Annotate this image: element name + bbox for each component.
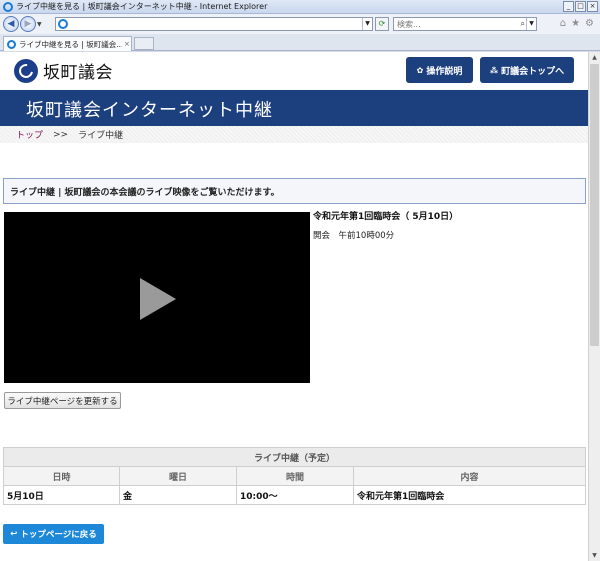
page-favicon-icon <box>58 19 68 29</box>
refresh-live-page-button[interactable]: ライブ中継ページを更新する <box>4 392 121 409</box>
cell-weekday: 金 <box>119 485 237 505</box>
session-info: 令和元年第1回臨時会（ 5月10日） 開会 午前10時00分 <box>313 209 583 241</box>
breadcrumb-home-link[interactable]: トップ <box>16 128 43 141</box>
maximize-button[interactable]: □ <box>575 1 586 12</box>
logo-mark-icon <box>14 58 38 83</box>
site-header: 坂町議会 ✿ 操作説明 ⁂ 町議会トップへ <box>0 52 588 90</box>
column-header-date: 日時 <box>3 466 120 486</box>
minimize-button[interactable]: _ <box>563 1 574 12</box>
council-top-button[interactable]: ⁂ 町議会トップへ <box>480 57 574 83</box>
live-notice-text: ライブ中継 | 坂町議会の本会議のライブ映像をご覧いただけます。 <box>10 187 280 198</box>
cell-date: 5月10日 <box>3 485 120 505</box>
window-controls: _ □ × <box>563 1 598 12</box>
home-icon[interactable]: ⌂ <box>560 18 566 29</box>
toolbar-icons: ⌂ ★ ⚙ <box>560 18 594 29</box>
back-arrow-icon[interactable]: ◀ <box>3 16 19 32</box>
session-time: 開会 午前10時00分 <box>313 231 395 241</box>
refresh-icon[interactable]: ⟳ <box>375 17 389 31</box>
banner-title: 坂町議会インターネット中継 <box>26 100 273 121</box>
vertical-scrollbar[interactable]: ▲ ▼ <box>588 52 600 561</box>
logo-text: 坂町議会 <box>43 63 113 83</box>
tab-close-icon[interactable]: × <box>124 40 130 48</box>
tab-favicon-icon <box>7 39 16 49</box>
site-banner: 坂町議会インターネット中継 <box>0 90 588 126</box>
scroll-up-icon[interactable]: ▲ <box>589 52 600 63</box>
scroll-down-icon[interactable]: ▼ <box>589 550 600 561</box>
schedule-caption: ライブ中継（予定） <box>3 447 586 467</box>
council-top-label: 町議会トップへ <box>501 66 565 77</box>
search-icon[interactable]: ⌕ <box>521 19 525 29</box>
scrollbar-thumb[interactable] <box>590 64 599 346</box>
cell-content: 令和元年第1回臨時会 <box>353 485 586 505</box>
operation-guide-button[interactable]: ✿ 操作説明 <box>406 57 473 83</box>
address-dropdown-icon[interactable]: ▼ <box>362 18 372 30</box>
column-header-content: 内容 <box>353 466 586 486</box>
history-dropdown-icon[interactable]: ▼ <box>37 21 42 28</box>
search-dropdown-icon[interactable]: ▼ <box>526 18 536 30</box>
breadcrumb-separator: >> <box>53 129 69 140</box>
search-box[interactable]: ⌕ ▼ <box>393 17 537 31</box>
new-tab-button[interactable] <box>134 37 154 50</box>
column-header-time: 時間 <box>236 466 354 486</box>
breadcrumb: トップ >> ライブ中継 <box>0 126 588 143</box>
window-titlebar: ライブ中継を見る | 坂町議会インターネット中継 - Internet Expl… <box>0 0 600 14</box>
forward-arrow-icon[interactable]: ▶ <box>20 16 36 32</box>
page-viewport: 坂町議会 ✿ 操作説明 ⁂ 町議会トップへ 坂町議会インターネット中継 トップ … <box>0 52 588 561</box>
sitemap-icon: ⁂ <box>489 65 499 75</box>
ie-logo-icon <box>3 1 13 12</box>
window-title: ライブ中継を見る | 坂町議会インターネット中継 - Internet Expl… <box>16 2 268 11</box>
gear-icon: ✿ <box>416 65 424 75</box>
favorites-star-icon[interactable]: ★ <box>571 18 580 29</box>
site-logo[interactable]: 坂町議会 <box>14 58 113 83</box>
schedule-table: ライブ中継（予定） 日時 曜日 時間 内容 5月10日 金 10:00～ 令和元… <box>3 447 586 505</box>
tab-bar: ライブ中継を見る | 坂町議会... × <box>0 34 600 51</box>
search-input[interactable] <box>397 19 515 29</box>
return-arrow-icon: ↩ <box>10 529 18 539</box>
back-to-top-label: トップページに戻る <box>20 530 97 540</box>
table-row: 5月10日 金 10:00～ 令和元年第1回臨時会 <box>3 485 586 505</box>
session-title: 令和元年第1回臨時会（ 5月10日） <box>313 212 459 222</box>
cell-time: 10:00～ <box>236 485 354 505</box>
operation-guide-label: 操作説明 <box>426 66 463 77</box>
play-icon[interactable] <box>140 278 176 320</box>
browser-navbar: ◀ ▶ ▼ ▼ ⟳ ⌕ ▼ ⌂ ★ ⚙ <box>0 14 600 34</box>
tab-live-broadcast[interactable]: ライブ中継を見る | 坂町議会... × <box>3 36 132 51</box>
close-button[interactable]: × <box>587 1 598 12</box>
breadcrumb-current: ライブ中継 <box>78 131 124 141</box>
live-notice: ライブ中継 | 坂町議会の本会議のライブ映像をご覧いただけます。 <box>3 178 586 204</box>
tab-label: ライブ中継を見る | 坂町議会... <box>19 39 122 49</box>
address-bar[interactable]: ▼ <box>55 17 373 31</box>
column-header-weekday: 曜日 <box>119 466 237 486</box>
gear-icon[interactable]: ⚙ <box>585 18 594 29</box>
video-player[interactable] <box>4 212 310 383</box>
back-to-top-button[interactable]: ↩ トップページに戻る <box>3 524 104 544</box>
